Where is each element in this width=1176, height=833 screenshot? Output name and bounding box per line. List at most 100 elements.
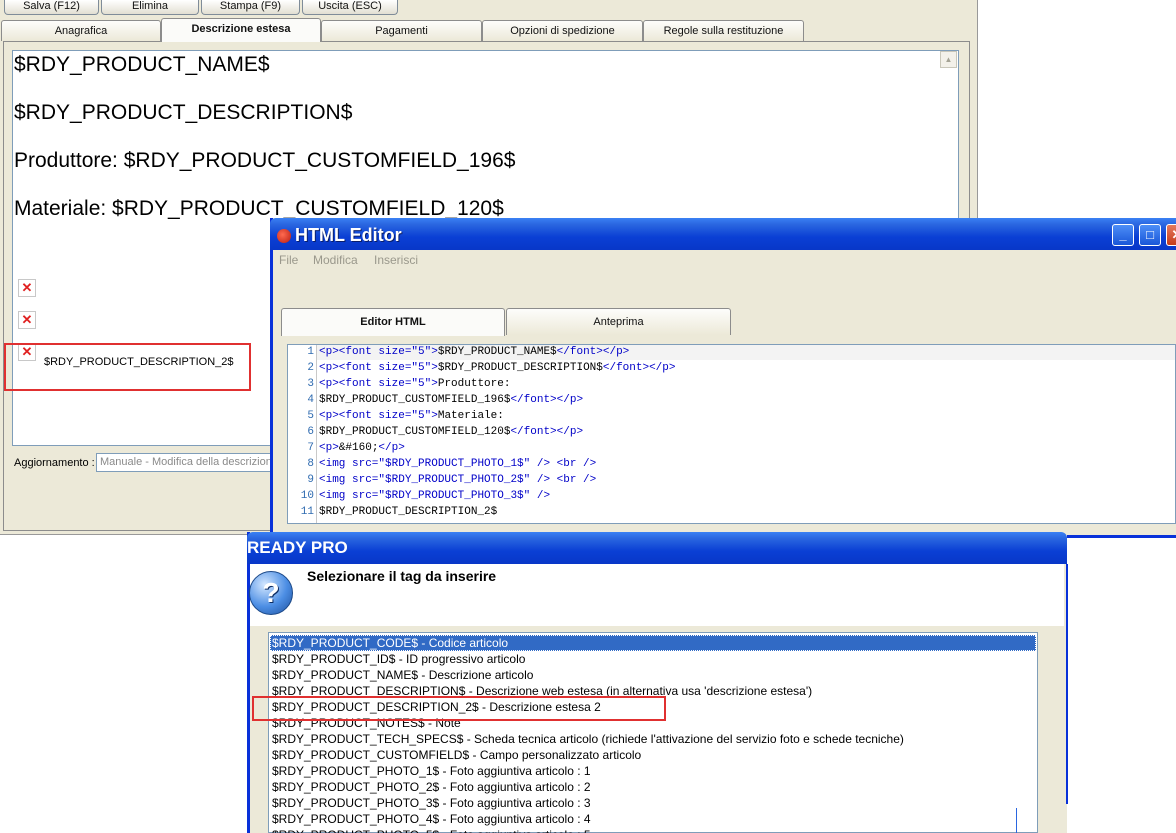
dialog-title: READY PRO [247, 538, 348, 557]
tag-list-item[interactable]: $RDY_PRODUCT_PHOTO_2$ - Foto aggiuntiva … [272, 779, 591, 795]
menu-inserisci[interactable]: Inserisci [374, 253, 418, 267]
tab-regole-restituzione[interactable]: Regole sulla restituzione [643, 20, 804, 41]
code-line: 9 <img src="$RDY_PRODUCT_PHOTO_2$" /> <br… [290, 472, 596, 488]
code-line: 7 <p>&#160;</p> [290, 440, 405, 456]
line-number: 4 [307, 394, 314, 406]
annotation-highlight-box [252, 696, 666, 721]
code-token: "5" [411, 362, 432, 374]
tag-list-item[interactable]: $RDY_PRODUCT_PHOTO_3$ - Foto aggiuntiva … [272, 795, 591, 811]
maximize-button[interactable]: □ [1139, 224, 1161, 246]
code-line: 8 <img src="$RDY_PRODUCT_PHOTO_1$" /> <br… [290, 456, 596, 472]
dialog-prompt: Selezionare il tag da inserire [307, 568, 497, 584]
code-token: &#160; [338, 442, 379, 454]
line-number: 7 [307, 442, 314, 454]
dialog-border [1066, 564, 1068, 804]
code-line: 1 <p><font size="5">$RDY_PRODUCT_NAME$</f… [290, 344, 629, 360]
code-token: $RDY_PRODUCT_CUSTOMFIELD_196$ [319, 394, 511, 406]
tab-opzioni-spedizione[interactable]: Opzioni di spedizione [482, 20, 643, 41]
code-token: "5" [411, 410, 432, 422]
code-token: "$RDY_PRODUCT_PHOTO_3$" [378, 490, 531, 502]
line-number: 6 [307, 426, 314, 438]
divider [1016, 808, 1017, 833]
tab-descrizione-estesa[interactable]: Descrizione estesa [161, 18, 321, 42]
window-title: HTML Editor [295, 225, 402, 245]
annotation-highlight-box [4, 343, 251, 391]
tag-list-item[interactable]: $RDY_PRODUCT_PHOTO_4$ - Foto aggiuntiva … [272, 811, 591, 827]
tab-editor-html[interactable]: Editor HTML [281, 308, 505, 336]
preview-line-description: $RDY_PRODUCT_DESCRIPTION$ [14, 101, 353, 124]
code-line: 4 $RDY_PRODUCT_CUSTOMFIELD_196$</font></p… [290, 392, 583, 408]
tag-list-item[interactable]: $RDY_PRODUCT_CODE$ - Codice articolo [270, 635, 1036, 651]
code-token: <p><font size= [319, 362, 412, 374]
code-token: "$RDY_PRODUCT_PHOTO_2$" [378, 474, 531, 486]
code-line: 5 <p><font size="5">Materiale: [290, 408, 504, 424]
tag-list-item[interactable]: $RDY_PRODUCT_PHOTO_1$ - Foto aggiuntiva … [272, 763, 591, 779]
broken-image-icon: ✕ [18, 279, 36, 297]
line-number: 8 [307, 458, 314, 470]
code-line: 2 <p><font size="5">$RDY_PRODUCT_DESCRIPT… [290, 360, 676, 376]
menu-modifica[interactable]: Modifica [313, 253, 358, 267]
code-token: /> <br /> [530, 474, 597, 486]
app-strawberry-icon [277, 229, 291, 243]
code-token: </font></p> [556, 346, 630, 358]
update-label: Aggiornamento : [14, 457, 95, 469]
code-token: > [431, 378, 438, 390]
print-button[interactable]: Stampa (F9) [201, 0, 300, 15]
code-token: <p><font size= [319, 346, 412, 358]
code-token: "5" [411, 346, 432, 358]
code-token: > [431, 362, 438, 374]
code-token: $RDY_PRODUCT_DESCRIPTION_2$ [319, 506, 498, 518]
code-token: </p> [378, 442, 405, 454]
code-token: </font></p> [510, 426, 584, 438]
minimize-button[interactable]: _ [1112, 224, 1134, 246]
code-token: > [431, 346, 438, 358]
dialog-title-bar[interactable] [247, 532, 1067, 564]
code-token: <img src= [319, 474, 379, 486]
code-token: <p><font size= [319, 378, 412, 390]
code-token: $RDY_PRODUCT_NAME$ [437, 346, 557, 358]
broken-image-icon: ✕ [18, 311, 36, 329]
tag-list-item[interactable]: $RDY_PRODUCT_ID$ - ID progressivo artico… [272, 651, 525, 667]
code-token: > [431, 410, 438, 422]
scroll-up-button[interactable]: ▲ [940, 51, 957, 68]
code-token: <p> [319, 442, 339, 454]
delete-button[interactable]: Elimina [101, 0, 199, 15]
tab-pagamenti[interactable]: Pagamenti [321, 20, 482, 41]
code-line: 11 $RDY_PRODUCT_DESCRIPTION_2$ [290, 504, 497, 520]
code-token: /> <br /> [530, 458, 597, 470]
code-token: <img src= [319, 490, 379, 502]
line-number: 5 [307, 410, 314, 422]
code-token: $RDY_PRODUCT_CUSTOMFIELD_120$ [319, 426, 511, 438]
code-token: Materiale: [437, 410, 504, 422]
line-number: 10 [300, 490, 314, 502]
code-line: 3 <p><font size="5">Produttore: [290, 376, 510, 392]
code-token: </font></p> [510, 394, 584, 406]
update-mode-select[interactable]: Manuale - Modifica della descrizione [96, 453, 276, 472]
code-token: "$RDY_PRODUCT_PHOTO_1$" [378, 458, 531, 470]
line-number: 2 [307, 362, 314, 374]
tag-list-item[interactable]: $RDY_PRODUCT_PHOTO_5$ - Foto aggiuntiva … [272, 827, 591, 833]
code-token: "5" [411, 378, 432, 390]
code-line: 6 $RDY_PRODUCT_CUSTOMFIELD_120$</font></p… [290, 424, 583, 440]
code-token: /> [530, 490, 551, 502]
code-token: $RDY_PRODUCT_DESCRIPTION$ [437, 362, 603, 374]
save-button[interactable]: Salva (F12) [4, 0, 99, 15]
preview-line-produttore: Produttore: $RDY_PRODUCT_CUSTOMFIELD_196… [14, 149, 516, 172]
tab-anteprima[interactable]: Anteprima [506, 308, 731, 335]
exit-button[interactable]: Uscita (ESC) [302, 0, 398, 15]
tag-list-item[interactable]: $RDY_PRODUCT_NAME$ - Descrizione articol… [272, 667, 533, 683]
tab-anagrafica[interactable]: Anagrafica [1, 20, 161, 41]
menu-file[interactable]: File [279, 253, 298, 267]
line-number: 1 [307, 346, 314, 358]
question-icon: ? [249, 571, 293, 615]
tag-list-item[interactable]: $RDY_PRODUCT_CUSTOMFIELD$ - Campo person… [272, 747, 641, 763]
html-editor-title-bar[interactable] [270, 218, 1176, 250]
code-token: <img src= [319, 458, 379, 470]
code-token: <p><font size= [319, 410, 412, 422]
tag-list-item[interactable]: $RDY_PRODUCT_TECH_SPECS$ - Scheda tecnic… [272, 731, 904, 747]
preview-line-name: $RDY_PRODUCT_NAME$ [14, 53, 270, 76]
code-line: 10 <img src="$RDY_PRODUCT_PHOTO_3$" /> [290, 488, 550, 504]
code-token: Produttore: [437, 378, 511, 390]
close-button[interactable]: ✕ [1166, 224, 1176, 246]
code-token: </font></p> [602, 362, 676, 374]
